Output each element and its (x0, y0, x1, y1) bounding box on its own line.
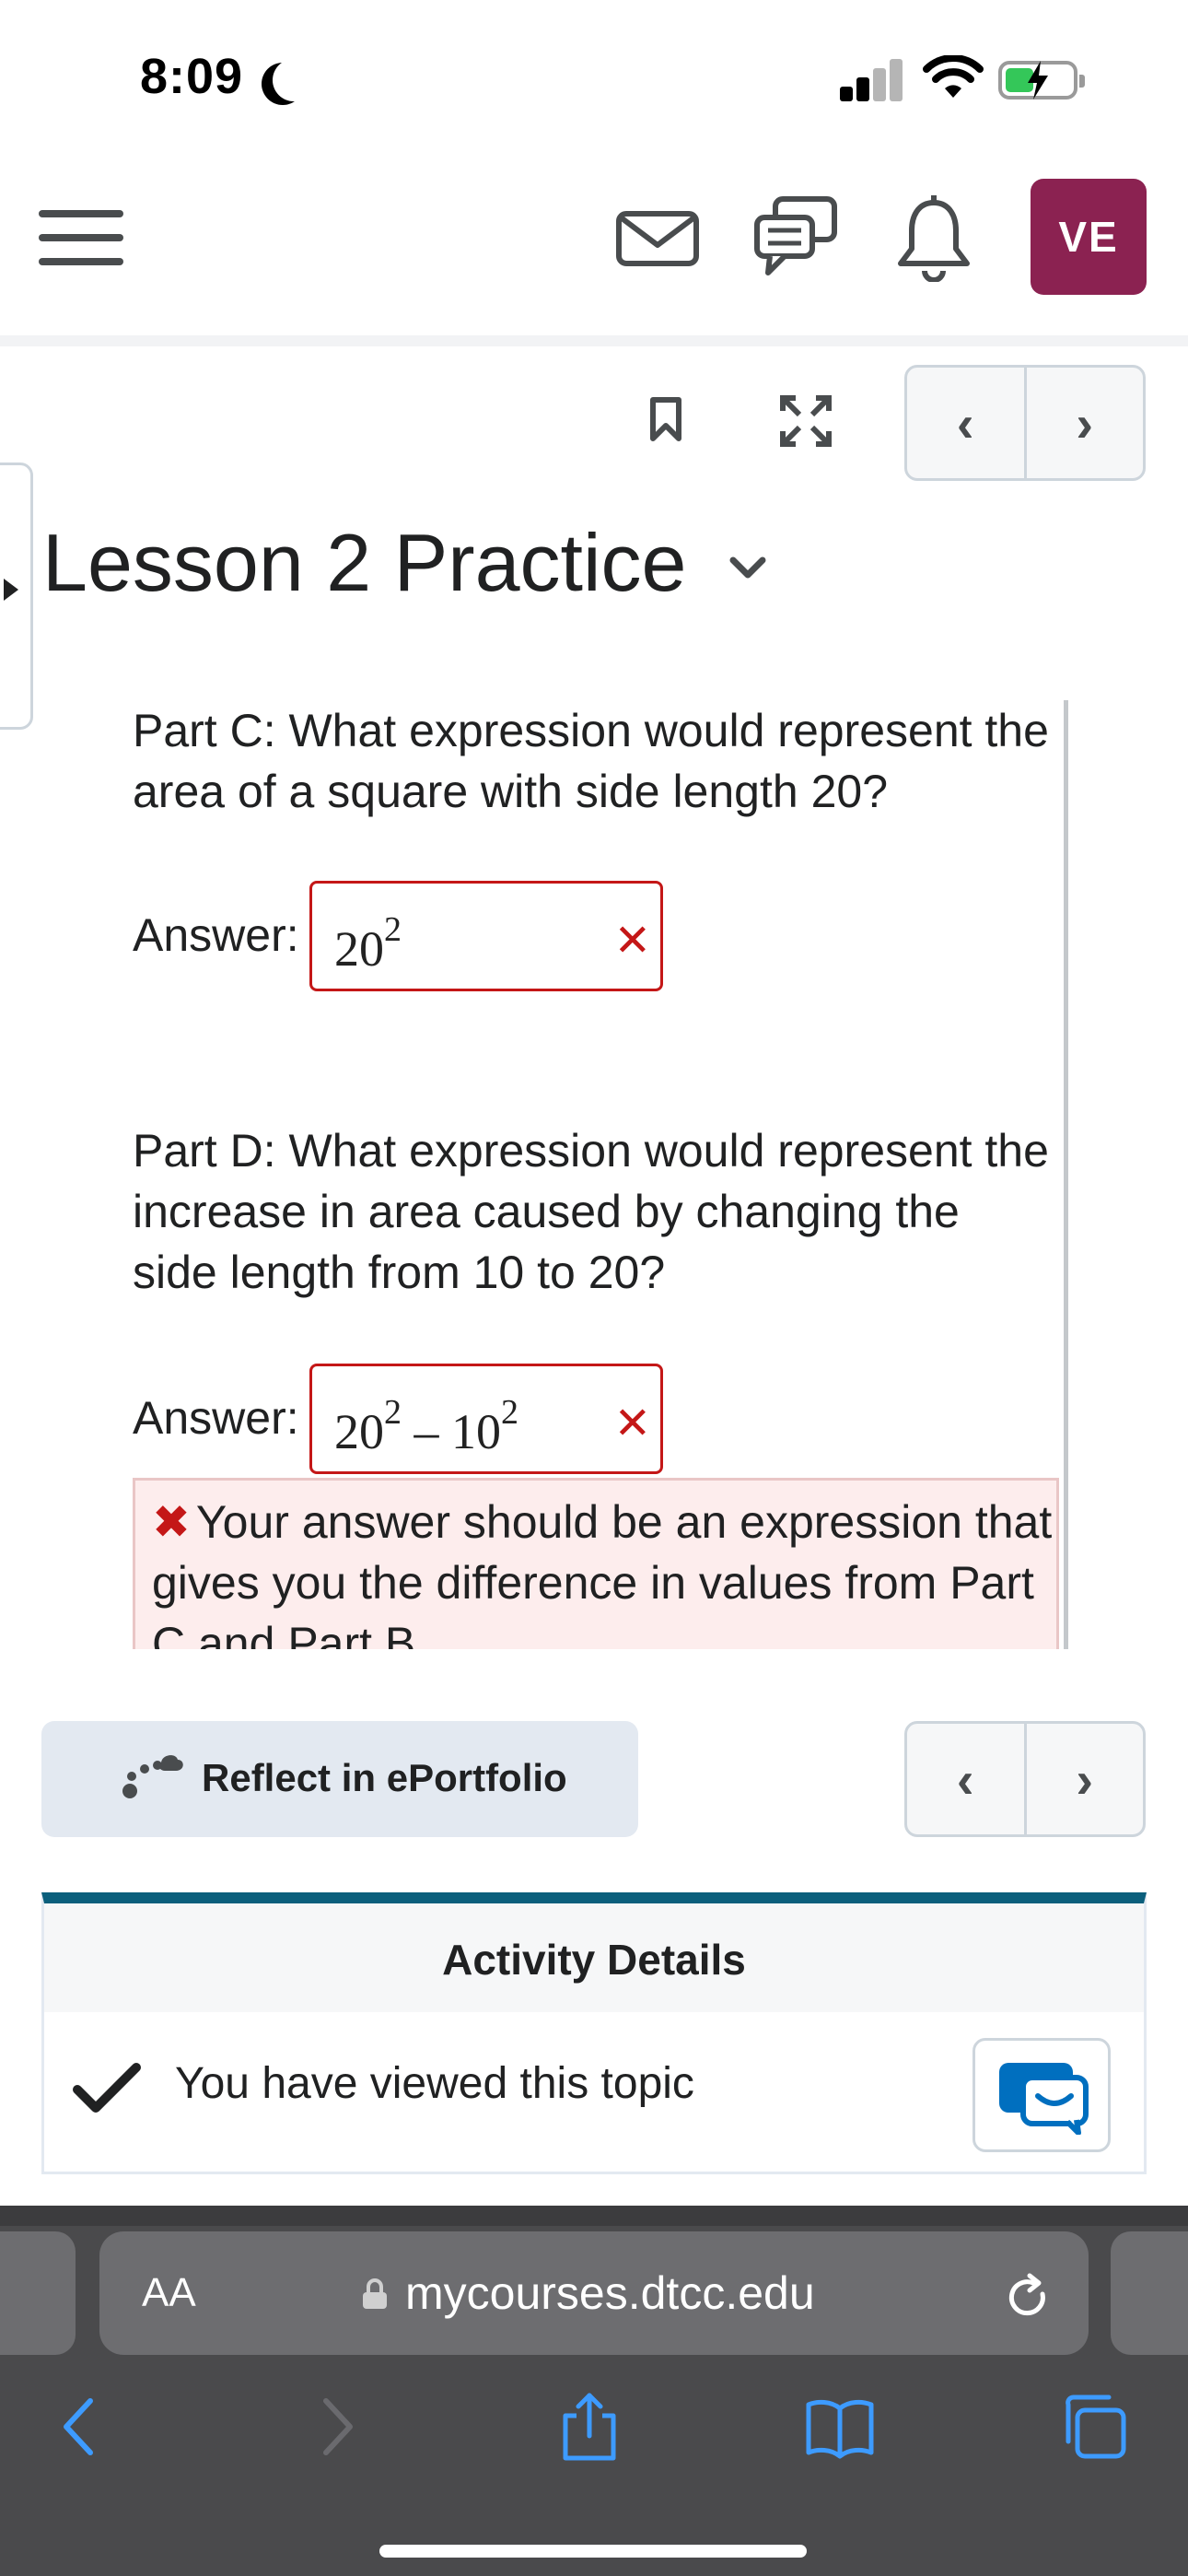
error-x-icon: ✖ (152, 1496, 191, 1548)
chat-messages-icon[interactable] (751, 193, 840, 282)
cellular-signal-icon (840, 57, 904, 101)
eportfolio-icon (122, 1755, 183, 1798)
next-topic-button[interactable]: › (1023, 1724, 1144, 1834)
share-icon[interactable] (553, 2390, 626, 2464)
next-topic-button[interactable]: › (1023, 368, 1144, 478)
wifi-icon (923, 55, 984, 98)
chat-bubble-icon (999, 2063, 1089, 2135)
main-menu-button[interactable] (39, 210, 123, 265)
part-c-answer-input[interactable]: 202 ✕ (309, 881, 663, 991)
chat-support-button[interactable] (973, 2038, 1111, 2152)
home-indicator (379, 2545, 807, 2558)
previous-tab-preview[interactable] (0, 2231, 76, 2355)
address-bar[interactable]: AA mycourses.dtcc.edu (99, 2231, 1089, 2355)
fullscreen-expand-icon[interactable] (779, 394, 833, 448)
activity-details-panel: Activity Details You have viewed this to… (41, 1892, 1147, 2174)
part-d-answer-input[interactable]: 202 – 102 ✕ (309, 1364, 663, 1474)
bookmark-icon[interactable] (649, 396, 682, 442)
incorrect-x-icon: ✕ (613, 1399, 651, 1448)
lesson-content-frame[interactable]: Part C: What expression would represent … (118, 700, 1068, 1649)
battery-charging-icon (998, 61, 1085, 100)
mail-icon[interactable] (613, 193, 702, 282)
reload-icon[interactable] (1002, 2272, 1054, 2324)
forward-icon[interactable] (300, 2390, 374, 2464)
previous-topic-button[interactable]: ‹ (907, 1724, 1024, 1834)
checkmark-icon (73, 2063, 141, 2113)
feedback-message: Your answer should be an expression that… (152, 1496, 1053, 1649)
topic-pager-top: ‹ › (904, 365, 1146, 481)
answer-feedback-box: ✖ Your answer should be an expression tha… (133, 1478, 1059, 1649)
notifications-bell-icon[interactable] (890, 193, 978, 282)
do-not-disturb-moon-icon (273, 59, 315, 101)
tabs-icon[interactable] (1057, 2390, 1131, 2464)
incorrect-x-icon: ✕ (613, 917, 651, 966)
next-tab-preview[interactable] (1111, 2231, 1188, 2355)
previous-topic-button[interactable]: ‹ (907, 368, 1024, 478)
user-avatar-button[interactable]: VE (1031, 179, 1147, 295)
title-dropdown-chevron-icon[interactable] (728, 553, 768, 582)
url-text: mycourses.dtcc.edu (405, 2267, 815, 2319)
header-divider (0, 335, 1188, 346)
lesson-title: Lesson 2 Practice (42, 517, 687, 608)
browser-toolbar: AA mycourses.dtcc.edu (0, 2206, 1188, 2576)
activity-details-title: Activity Details (442, 1936, 746, 1984)
text-size-button[interactable]: AA (142, 2270, 196, 2316)
status-time: 8:09 (140, 49, 244, 104)
part-c-answer-label: Answer: (133, 909, 299, 961)
activity-details-header[interactable]: Activity Details (44, 1903, 1144, 2012)
part-c-question: Part C: What expression would represent … (133, 705, 1049, 817)
bookmarks-book-icon[interactable] (803, 2390, 877, 2464)
part-d-question: Part D: What expression would represent … (133, 1125, 1049, 1298)
viewed-status-text: You have viewed this topic (175, 2059, 694, 2108)
expand-panel-arrow-icon (4, 579, 18, 601)
topic-pager-bottom: ‹ › (904, 1721, 1146, 1837)
lock-icon (363, 2278, 387, 2309)
reflect-in-eportfolio-button[interactable]: Reflect in ePortfolio (41, 1721, 638, 1837)
reflect-label: Reflect in ePortfolio (202, 1756, 567, 1799)
part-c-answer-value: 202 (334, 910, 402, 977)
part-d-answer-value: 202 – 102 (334, 1393, 518, 1459)
back-icon[interactable] (42, 2390, 116, 2464)
part-d-answer-label: Answer: (133, 1392, 299, 1444)
